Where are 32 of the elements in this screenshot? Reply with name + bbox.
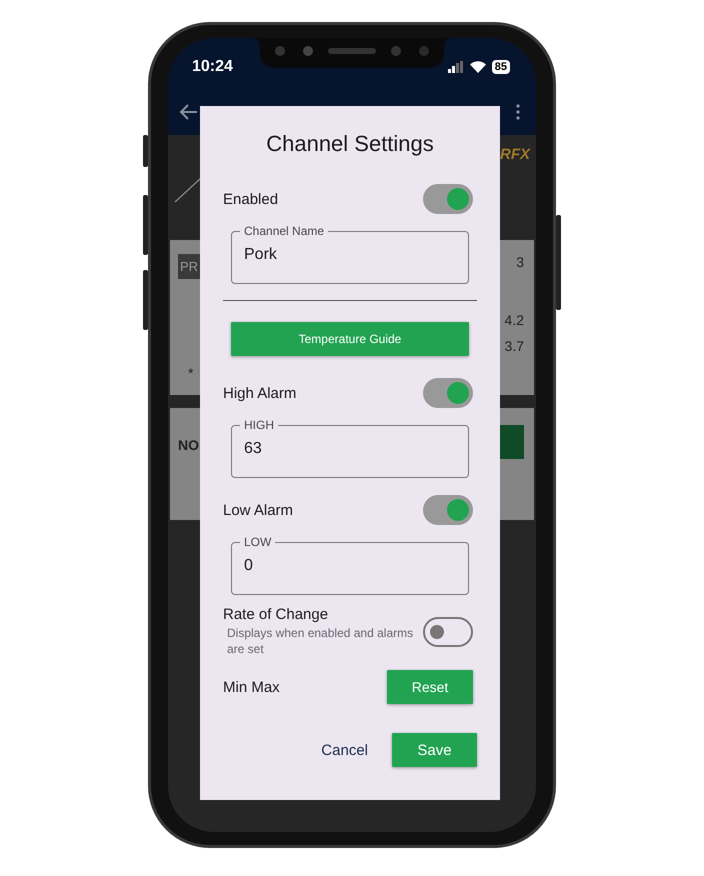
channel-tag: PR [178, 254, 200, 279]
wifi-icon [470, 61, 486, 73]
reading-value: 4.2 [504, 312, 524, 328]
dialog-title: Channel Settings [265, 130, 435, 158]
text-input[interactable]: 0 [244, 549, 456, 575]
back-arrow-icon[interactable] [178, 102, 198, 120]
high-alarm-switch[interactable] [423, 378, 473, 408]
high-alarm-field[interactable]: HIGH 63 [231, 418, 469, 478]
toggle-label: Enabled [223, 190, 278, 208]
min-max-label: Min Max [223, 678, 280, 696]
text-input[interactable]: Pork [244, 238, 456, 264]
footnote-mark: * [187, 365, 194, 381]
toggle-description: Displays when enabled and alarms are set [226, 625, 414, 657]
reading-value: 3.7 [504, 338, 524, 354]
brand-logo: RFX [500, 146, 530, 162]
reading-value: 3 [516, 254, 524, 270]
enabled-switch[interactable] [423, 184, 473, 214]
clock: 10:24 [192, 58, 233, 76]
channel-name-field[interactable]: Channel Name Pork [231, 224, 469, 284]
toggle-label: Low Alarm [223, 502, 294, 518]
graph-line-icon [174, 177, 202, 203]
card-label: NO [178, 437, 199, 455]
rate-of-change-switch[interactable] [423, 616, 473, 646]
more-options-icon[interactable] [516, 104, 520, 120]
toggle-label: Rate of Change [223, 606, 330, 623]
toggle-label: High Alarm [223, 384, 296, 402]
cancel-button[interactable]: Cancel [315, 736, 374, 764]
low-alarm-field[interactable]: LOW 0 [231, 535, 469, 595]
low-alarm-switch[interactable] [423, 495, 473, 525]
text-input[interactable]: 63 [244, 432, 456, 458]
signal-icon [448, 61, 464, 73]
battery-indicator: 85 [492, 60, 510, 74]
